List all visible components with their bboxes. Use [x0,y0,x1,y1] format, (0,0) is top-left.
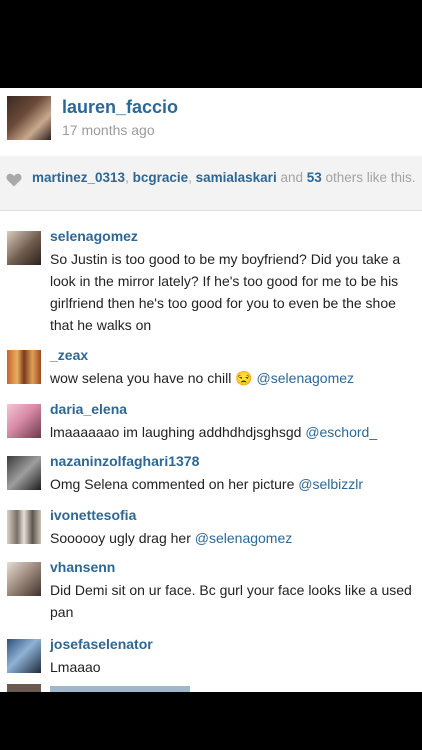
comment-text: Soooooy ugly drag her @selenagomez [50,530,293,546]
mention-link[interactable]: @selenagomez [195,530,293,546]
commenter-username[interactable]: josefaselenator [50,636,153,652]
comment-item: daria_elena lmaaaaaao im laughing addhdh… [0,401,422,451]
comment-text: Lmaaao [50,659,101,675]
comment-item: vhansenn Did Demi sit on ur face. Bc gur… [0,559,422,633]
poster-username[interactable]: lauren_faccio [62,97,178,118]
commenter-avatar[interactable] [7,350,41,384]
commenter-avatar[interactable] [7,404,41,438]
commenter-username[interactable]: vhansenn [50,559,115,575]
commenter-avatar[interactable] [7,456,41,490]
commenter-avatar[interactable] [7,510,41,544]
comment-item: josefaselenator Lmaaao [0,636,422,686]
commenter-username[interactable]: ivonettesofia [50,507,136,523]
commenter-username[interactable]: _zeax [50,347,88,363]
mention-link[interactable]: @selbizzlr [298,476,363,492]
comment-item: nazaninzolfaghari1378 Omg Selena comment… [0,453,422,503]
next-comment-partial [0,682,422,692]
poster-avatar[interactable] [7,96,51,140]
likes-bar: martinez_0313, bcgracie, samialaskari an… [0,156,422,211]
commenter-username[interactable]: nazaninzolfaghari1378 [50,453,199,469]
liker-1[interactable]: martinez_0313 [32,170,125,185]
comment-item: ivonettesofia Soooooy ugly drag her @sel… [0,507,422,557]
comment-item: selenagomez So Justin is too good to be … [0,228,422,338]
comment-item: _zeax wow selena you have no chill 😒 @se… [0,347,422,397]
comment-text: lmaaaaaao im laughing addhdhdjsghsgd @es… [50,424,378,440]
likes-count[interactable]: 53 [307,170,322,185]
liker-2[interactable]: bcgracie [133,170,189,185]
liker-3[interactable]: samialaskari [196,170,277,185]
post-screen: lauren_faccio 17 months ago martinez_031… [0,88,422,692]
post-header: lauren_faccio 17 months ago [0,88,422,156]
likes-text: martinez_0313, bcgracie, samialaskari an… [32,170,416,185]
commenter-username-partial [50,686,190,692]
commenter-avatar[interactable] [7,639,41,673]
commenter-avatar[interactable] [7,684,41,692]
comment-text: Did Demi sit on ur face. Bc gurl your fa… [50,582,412,620]
mention-link[interactable]: @selenagomez [257,370,355,386]
commenter-username[interactable]: daria_elena [50,401,127,417]
commenter-avatar[interactable] [7,231,41,265]
post-time: 17 months ago [62,122,155,138]
commenter-username[interactable]: selenagomez [50,228,138,244]
comment-text: So Justin is too good to be my boyfriend… [50,251,401,333]
comment-text: wow selena you have no chill 😒 @selenago… [50,370,355,386]
comment-text: Omg Selena commented on her picture @sel… [50,476,364,492]
mention-link[interactable]: @eschord_ [305,424,377,440]
commenter-avatar[interactable] [7,562,41,596]
heart-icon[interactable] [6,173,22,187]
